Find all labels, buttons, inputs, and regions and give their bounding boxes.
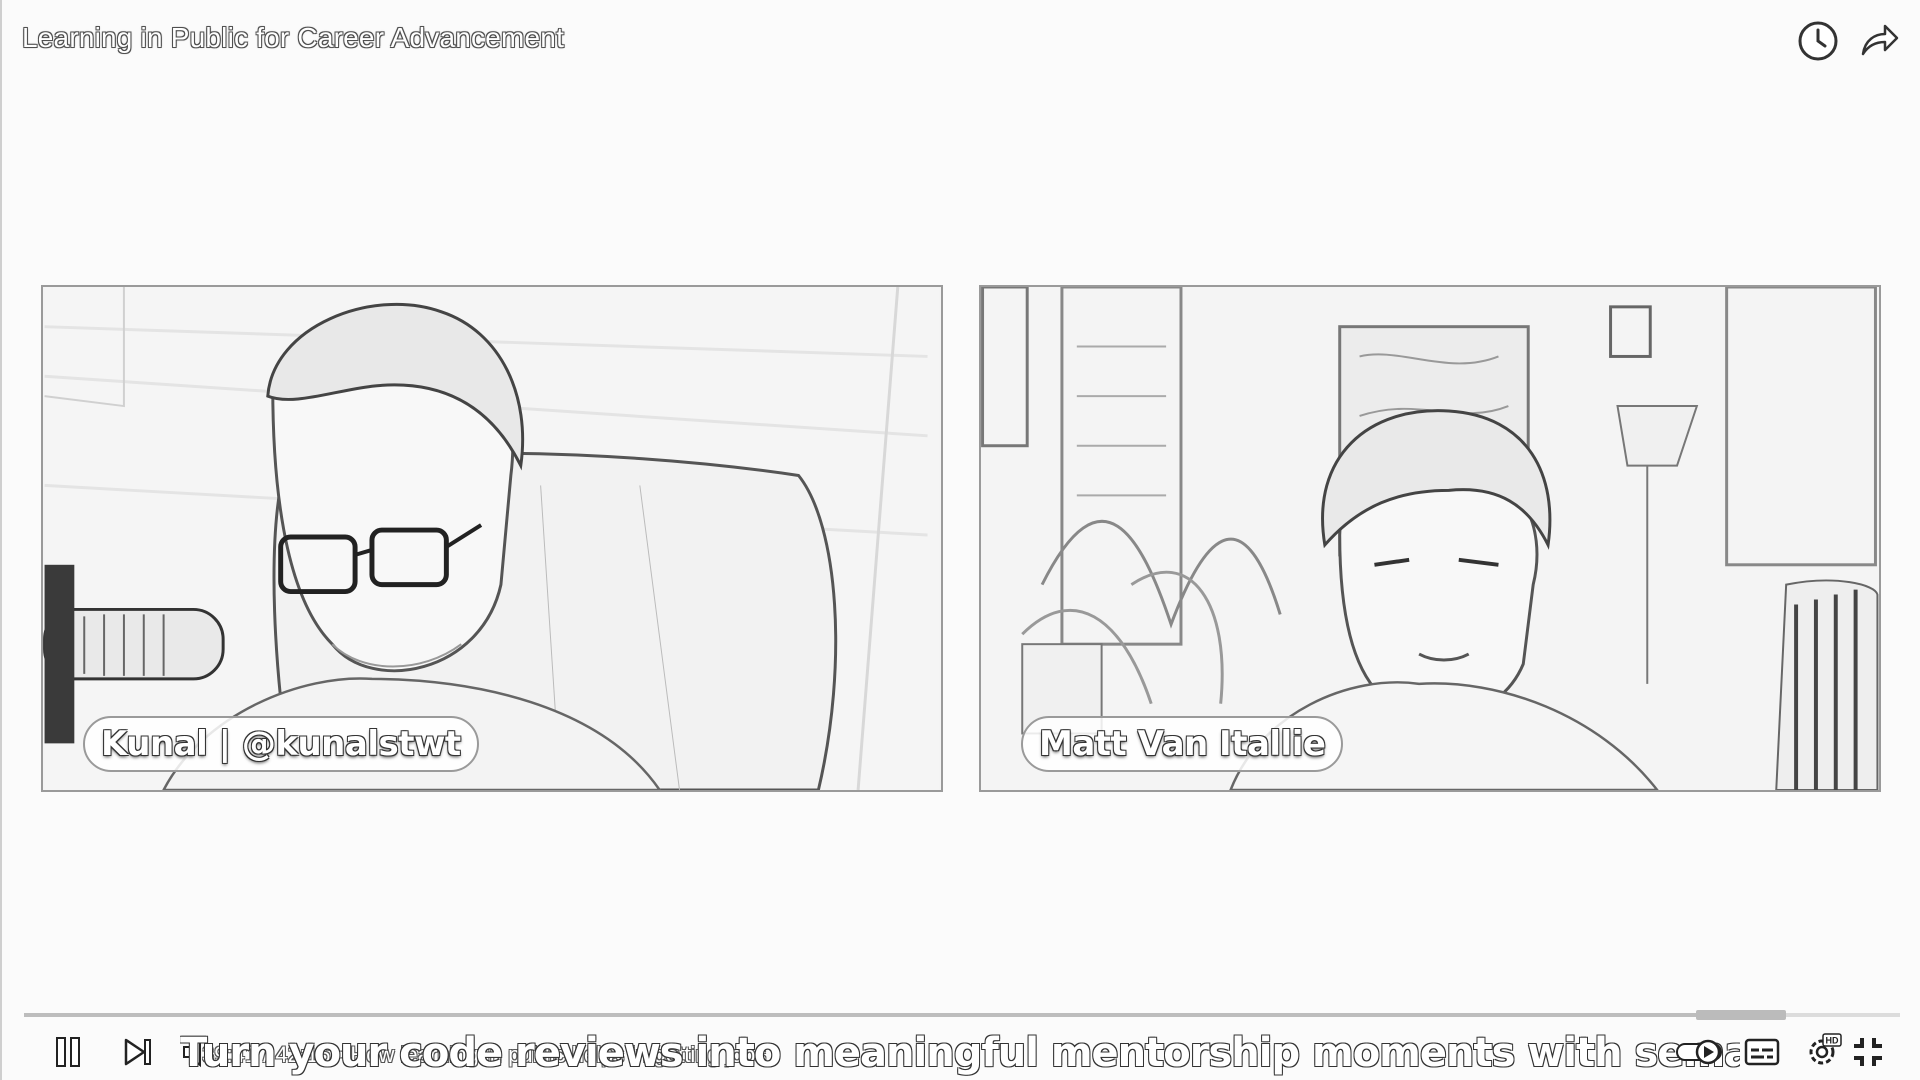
video-player[interactable]: Learning in Public for Career Advancemen… — [0, 0, 1920, 1080]
participant-video-kunal — [43, 287, 940, 790]
clock-icon[interactable] — [1795, 18, 1841, 64]
participant-name-kunal: Kunal | @kunalstwt — [83, 716, 479, 772]
exit-fullscreen-icon[interactable] — [1848, 1032, 1888, 1072]
progress-scrubber[interactable] — [1695, 1010, 1786, 1020]
participant-tile-kunal: Kunal | @kunalstwt — [41, 285, 943, 792]
player-controls: 39:41 / 42:16 • How learning in public h… — [2, 1024, 1920, 1080]
participant-name-matt: Matt Van Itallie — [1021, 716, 1344, 772]
share-arrow-icon[interactable] — [1855, 18, 1901, 64]
participant-tile-matt: Matt Van Itallie — [979, 285, 1881, 792]
participant-video-matt — [981, 287, 1879, 790]
video-title[interactable]: Learning in Public for Career Advancemen… — [22, 22, 564, 54]
settings-badge: HD — [1826, 1036, 1839, 1046]
gear-icon[interactable]: HD — [1802, 1032, 1842, 1072]
next-icon[interactable] — [118, 1032, 158, 1072]
pause-icon[interactable] — [48, 1032, 88, 1072]
progress-bar[interactable] — [24, 1010, 1900, 1020]
progress-played — [24, 1013, 1786, 1017]
subtitles-icon[interactable] — [1742, 1032, 1782, 1072]
autoplay-toggle-icon[interactable] — [1674, 1032, 1728, 1072]
sponsor-ticker: Turn your code reviews into meaningful m… — [180, 1030, 1740, 1076]
